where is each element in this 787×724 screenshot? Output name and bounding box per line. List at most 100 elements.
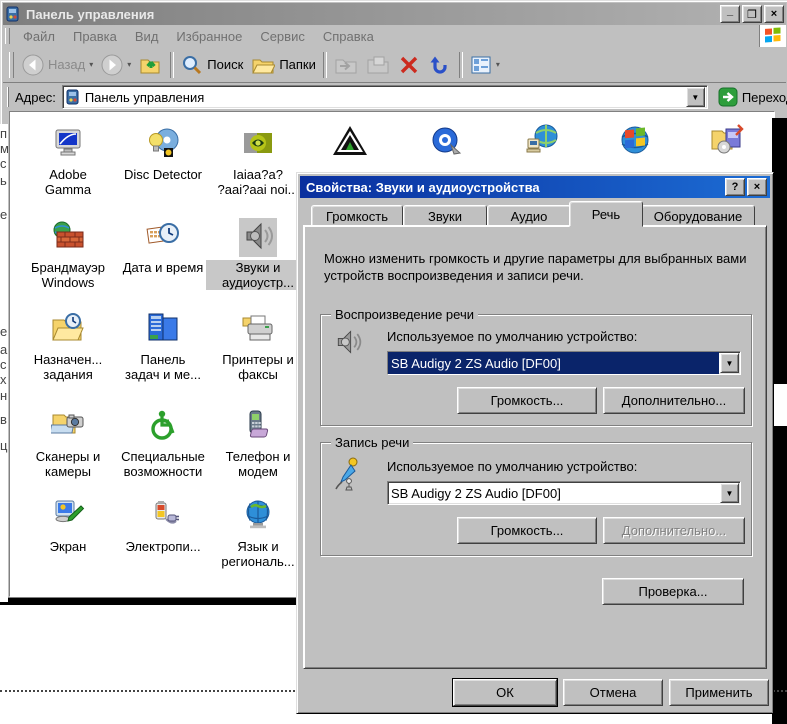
recording-advanced-button[interactable]: Дополнительно... <box>603 517 745 544</box>
cp-icon-phone-modem[interactable]: Телефон и модем <box>206 407 310 479</box>
menu-help[interactable]: Справка <box>314 27 383 46</box>
icon-label: Iaiaa?a? ?aai?aai noi... <box>206 167 310 197</box>
menu-view[interactable]: Вид <box>126 27 168 46</box>
test-hardware-button[interactable]: Проверка... <box>602 578 744 605</box>
playback-device-select[interactable]: SB Audigy 2 ZS Audio [DF00] ▼ <box>387 351 741 375</box>
taskbar-icon <box>144 310 182 349</box>
back-button[interactable]: Назад▾ <box>18 52 97 78</box>
tab-speech[interactable]: Речь <box>569 201 643 227</box>
views-dropdown-icon[interactable]: ▾ <box>496 60 500 69</box>
icon-label: Звуки и аудиоустр... <box>206 260 310 290</box>
cp-icon-disc-detector[interactable]: Disc Detector <box>111 125 215 182</box>
menu-file[interactable]: Файл <box>14 27 64 46</box>
cp-icon-windows-update[interactable] <box>617 123 653 160</box>
calendar-clock-icon <box>144 218 182 257</box>
menu-edit[interactable]: Правка <box>64 27 126 46</box>
icon-label: Экран <box>16 539 120 554</box>
folder-up-icon <box>139 54 163 76</box>
address-input[interactable]: Панель управления ▼ <box>62 85 708 109</box>
cp-icon-windows-firewall[interactable]: Брандмауэр Windows <box>16 218 120 290</box>
cp-icon-network-setup[interactable] <box>524 123 560 160</box>
playback-device-label: Используемое по умолчанию устройство: <box>387 329 637 344</box>
cp-icon-add-remove[interactable] <box>710 123 746 160</box>
address-grip <box>7 87 9 107</box>
cp-icon-scanners-cameras[interactable]: Сканеры и камеры <box>16 407 120 479</box>
tab-audio[interactable]: Аудио <box>487 205 571 227</box>
dialog-title-bar[interactable]: Свойства: Звуки и аудиоустройства ? × <box>300 176 770 198</box>
cp-icon-accessibility[interactable]: Специальные возможности <box>111 407 215 479</box>
chevron-down-icon: ▼ <box>726 359 734 368</box>
up-button[interactable] <box>135 52 167 78</box>
tab-hardware[interactable]: Оборудование <box>641 205 755 227</box>
close-icon: × <box>771 8 777 20</box>
icon-label: Специальные возможности <box>111 449 215 479</box>
cp-icon-display[interactable]: Экран <box>16 497 120 554</box>
forward-button[interactable]: ▾ <box>97 52 135 78</box>
dialog-close-button[interactable]: × <box>747 178 767 196</box>
cp-icon-adobe-gamma[interactable]: Adobe Gamma <box>16 125 120 197</box>
ok-button[interactable]: ОК <box>453 679 557 706</box>
search-button[interactable]: Поиск <box>177 52 247 78</box>
forward-dropdown-icon[interactable]: ▾ <box>127 60 131 69</box>
search-icon <box>181 54 203 76</box>
playback-device-value: SB Audigy 2 ZS Audio [DF00] <box>388 352 719 374</box>
close-button[interactable]: × <box>764 5 784 23</box>
battery-plug-icon <box>144 497 182 536</box>
playback-volume-button[interactable]: Громкость... <box>457 387 597 414</box>
cp-icon-scheduled-tasks[interactable]: Назначен... задания <box>16 310 120 382</box>
title-bar[interactable]: Панель управления _ ❐ × <box>3 3 786 25</box>
move-to-button[interactable] <box>330 52 362 78</box>
dialog-help-button[interactable]: ? <box>725 178 745 196</box>
folder-clock-icon <box>49 310 87 349</box>
cp-icon-m-audio[interactable] <box>332 125 368 160</box>
recording-device-value: SB Audigy 2 ZS Audio [DF00] <box>388 482 719 504</box>
back-dropdown-icon[interactable]: ▾ <box>89 60 93 69</box>
menu-bar: Файл Правка Вид Избранное Сервис Справка <box>3 25 786 48</box>
screen: Панель управления _ ❐ × Файл Правка Вид … <box>0 0 787 724</box>
cp-icon-regional-language[interactable]: Язык и региональ... <box>206 497 310 569</box>
address-dropdown-button[interactable]: ▼ <box>686 87 705 107</box>
tab-volume[interactable]: Громкость <box>311 205 403 227</box>
cp-icon-taskbar-startmenu[interactable]: Панель задач и ме... <box>111 310 215 382</box>
cp-icon-date-time[interactable]: Дата и время <box>111 218 215 275</box>
views-button[interactable]: ▾ <box>466 52 504 78</box>
undo-button[interactable] <box>424 52 456 78</box>
recording-device-select[interactable]: SB Audigy 2 ZS Audio [DF00] ▼ <box>387 481 741 505</box>
cancel-button[interactable]: Отмена <box>563 679 663 706</box>
background-window-fragment <box>772 383 787 427</box>
icon-label: Сканеры и камеры <box>16 449 120 479</box>
cp-icon-printers-faxes[interactable]: Принтеры и факсы <box>206 310 310 382</box>
phone-icon <box>239 407 277 446</box>
help-icon: ? <box>732 181 739 193</box>
toolbar: Назад▾ ▾ Поиск Папки <box>3 47 786 83</box>
toolbar-grip <box>9 52 14 78</box>
cp-icon-power-options[interactable]: Электропи... <box>111 497 215 554</box>
go-icon <box>718 87 738 107</box>
maximize-button[interactable]: ❐ <box>742 5 762 23</box>
copy-to-button[interactable] <box>362 52 394 78</box>
apply-button[interactable]: Применить <box>669 679 769 706</box>
back-icon <box>22 54 44 76</box>
tab-panel-speech: Можно изменить громкость и другие параме… <box>303 225 767 669</box>
globe-icon <box>239 497 277 536</box>
cp-icon-sounds-audio[interactable]: Звуки и аудиоустр... <box>206 218 310 290</box>
cp-icon-nvidia-panel[interactable]: Iaiaa?a? ?aai?aai noi... <box>206 125 310 197</box>
software-box-icon <box>710 123 746 157</box>
menu-tools[interactable]: Сервис <box>251 27 314 46</box>
icon-label: Дата и время <box>111 260 215 275</box>
playback-device-dropdown-button[interactable]: ▼ <box>720 353 739 373</box>
menu-favorites[interactable]: Избранное <box>167 27 251 46</box>
playback-advanced-button[interactable]: Дополнительно... <box>603 387 745 414</box>
disc-bulb-icon <box>145 125 181 164</box>
forward-icon <box>101 54 123 76</box>
folders-button[interactable]: Папки <box>247 52 320 78</box>
cp-icon-quicktime[interactable] <box>430 125 464 160</box>
tab-sounds[interactable]: Звуки <box>403 205 487 227</box>
go-button[interactable]: Переход <box>714 85 787 109</box>
recording-volume-button[interactable]: Громкость... <box>457 517 597 544</box>
minimize-button[interactable]: _ <box>720 5 740 23</box>
delete-icon <box>398 54 420 76</box>
icon-label: Назначен... задания <box>16 352 120 382</box>
delete-button[interactable] <box>394 52 424 78</box>
recording-device-dropdown-button[interactable]: ▼ <box>720 483 739 503</box>
